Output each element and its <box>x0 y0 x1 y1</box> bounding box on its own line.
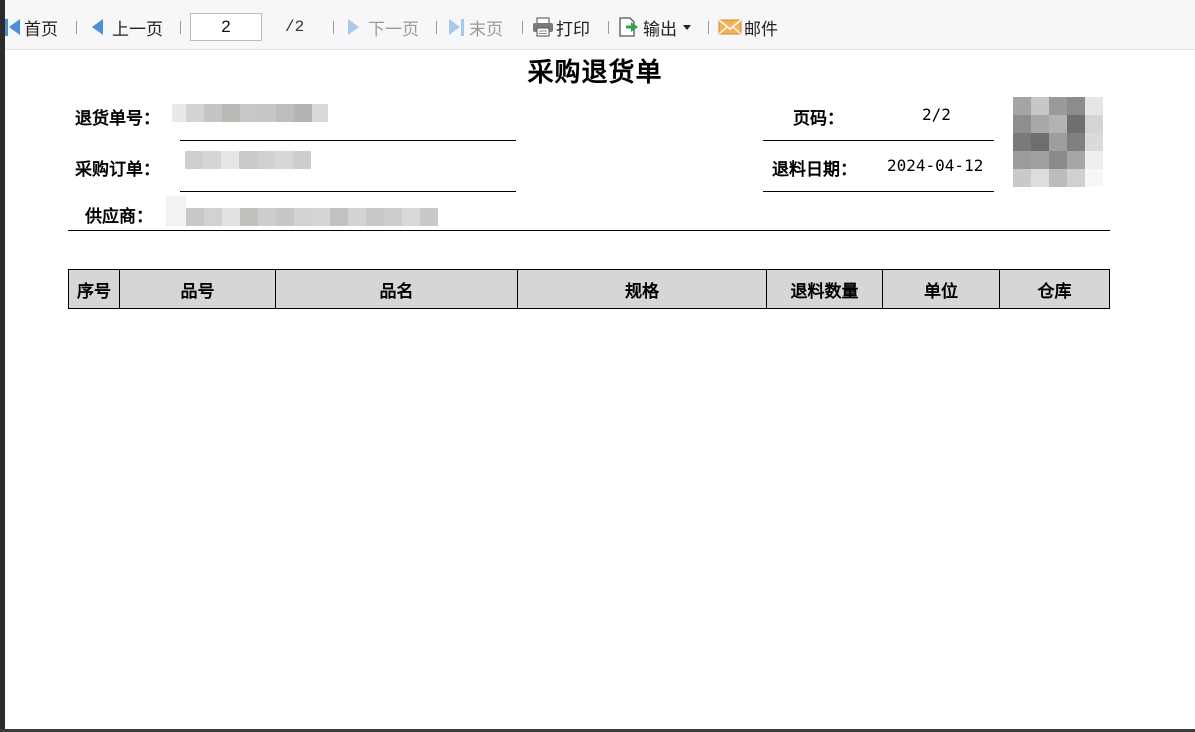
export-icon <box>617 16 639 38</box>
last-page-button[interactable]: 末页 <box>449 15 503 40</box>
next-page-icon <box>348 19 359 35</box>
separator <box>436 21 437 34</box>
export-label: 输出 <box>643 19 677 40</box>
separator <box>333 21 334 34</box>
prev-page-label: 上一页 <box>112 19 163 40</box>
table-header-row: 序号 品号 品名 规格 退料数量 单位 仓库 <box>68 269 1110 309</box>
return-no-label: 退货单号： <box>75 109 160 129</box>
next-page-label: 下一页 <box>368 19 419 40</box>
divider-line <box>763 140 994 141</box>
mail-label: 邮件 <box>744 19 778 40</box>
separator <box>180 21 181 34</box>
separator <box>522 21 523 34</box>
mail-button[interactable]: 邮件 <box>718 15 778 40</box>
report-toolbar: 首页 上一页 /2 下一页 末页 打印 <box>5 0 1195 50</box>
column-header: 退料数量 <box>766 269 883 309</box>
column-header: 品名 <box>275 269 518 309</box>
divider-line <box>763 191 994 192</box>
window-left-border <box>0 0 5 732</box>
first-page-label: 首页 <box>24 19 58 40</box>
return-date-value: 2024-04-12 <box>887 156 984 175</box>
prev-page-button[interactable]: 上一页 <box>92 15 163 40</box>
column-header: 品号 <box>119 269 276 309</box>
divider-line <box>68 230 1110 231</box>
printer-icon <box>532 17 554 37</box>
prev-page-icon <box>92 19 103 35</box>
redacted-supplier <box>166 196 438 230</box>
supplier-label: 供应商： <box>85 207 153 227</box>
return-date-label: 退料日期： <box>772 160 857 180</box>
column-header: 序号 <box>68 269 120 309</box>
items-table: 序号 品号 品名 规格 退料数量 单位 仓库 <box>68 269 1110 309</box>
last-page-label: 末页 <box>469 19 503 40</box>
column-header: 单位 <box>882 269 1000 309</box>
separator <box>76 21 77 34</box>
page-number-input[interactable] <box>190 13 262 41</box>
chevron-down-icon <box>683 24 691 30</box>
print-label: 打印 <box>556 19 590 40</box>
export-dropdown-button[interactable]: 输出 <box>617 15 691 40</box>
redacted-return-no <box>172 104 328 126</box>
last-page-icon <box>449 19 460 35</box>
first-page-button[interactable]: 首页 <box>5 15 58 40</box>
first-page-icon <box>5 18 8 36</box>
separator <box>608 21 609 34</box>
column-header: 仓库 <box>999 269 1110 309</box>
separator <box>708 21 709 34</box>
total-pages-text: /2 <box>285 18 305 36</box>
next-page-button[interactable]: 下一页 <box>348 15 419 40</box>
page-no-value: 2/2 <box>922 105 951 124</box>
page-no-label: 页码： <box>793 109 844 129</box>
report-title: 采购退货单 <box>527 58 663 88</box>
purchase-order-label: 采购订单： <box>75 160 160 180</box>
mail-icon <box>718 18 742 36</box>
print-button[interactable]: 打印 <box>532 15 590 40</box>
qr-code-image <box>1013 97 1103 187</box>
divider-line <box>180 191 516 192</box>
redacted-purchase-order <box>185 151 311 173</box>
divider-line <box>180 140 516 141</box>
column-header: 规格 <box>517 269 767 309</box>
